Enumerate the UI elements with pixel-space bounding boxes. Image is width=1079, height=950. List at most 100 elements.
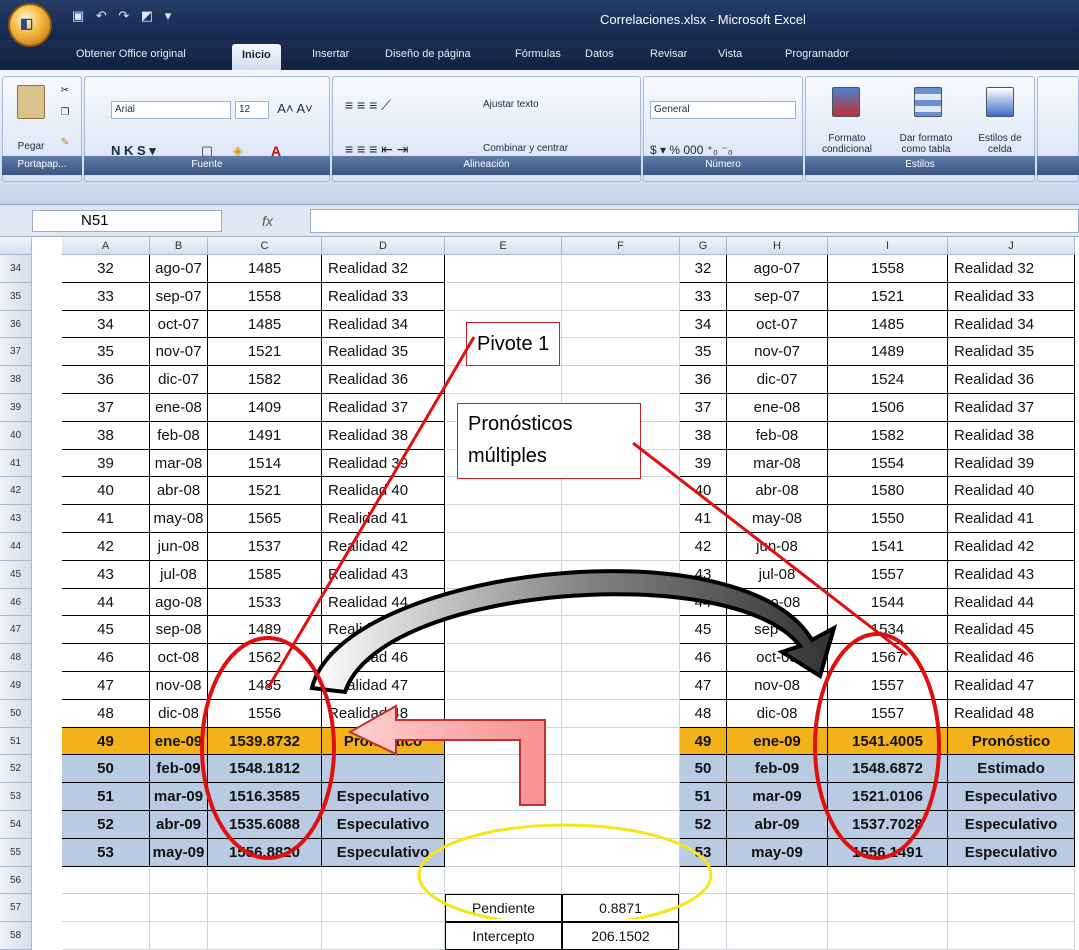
left-table-cell[interactable]: Realidad 33 — [322, 282, 445, 311]
right-table-cell[interactable]: 1541.4005 — [828, 727, 948, 756]
right-table-cell[interactable]: ene-09 — [727, 727, 828, 756]
left-table-cell[interactable]: jun-08 — [150, 533, 208, 561]
row-header[interactable]: 47 — [0, 616, 32, 645]
left-table-cell[interactable]: Realidad 45 — [322, 616, 445, 645]
right-table-cell[interactable]: Especulativo — [948, 811, 1075, 839]
name-box[interactable]: N51 — [32, 210, 222, 232]
cell[interactable] — [62, 922, 150, 950]
left-table-cell[interactable]: 1582 — [208, 366, 322, 394]
cell[interactable] — [948, 922, 1075, 950]
right-table-cell[interactable]: Realidad 37 — [948, 394, 1075, 422]
right-table-cell[interactable]: Pronóstico — [948, 727, 1075, 756]
cell[interactable] — [445, 616, 562, 645]
cell[interactable] — [445, 727, 562, 756]
right-table-cell[interactable]: dic-07 — [727, 366, 828, 394]
left-table-cell[interactable]: Realidad 36 — [322, 366, 445, 394]
right-table-cell[interactable]: 1557 — [828, 699, 948, 728]
format-table-button[interactable]: Dar formato como tabla — [886, 133, 966, 155]
left-table-cell[interactable]: 48 — [62, 699, 150, 728]
cell[interactable] — [208, 922, 322, 950]
cell[interactable] — [727, 866, 828, 895]
left-table-cell[interactable]: oct-08 — [150, 644, 208, 672]
left-table-cell[interactable]: 41 — [62, 505, 150, 533]
left-table-cell[interactable]: may-09 — [150, 838, 208, 867]
left-table-cell[interactable]: Pronóstico — [322, 727, 445, 756]
left-table-cell[interactable]: 1565 — [208, 505, 322, 533]
right-table-cell[interactable]: Realidad 46 — [948, 644, 1075, 672]
tab-formulas[interactable]: Fórmulas — [515, 48, 561, 60]
right-table-cell[interactable]: Estimado — [948, 755, 1075, 784]
cell[interactable] — [445, 505, 562, 533]
right-table-cell[interactable]: Realidad 42 — [948, 533, 1075, 561]
left-table-cell[interactable]: mar-09 — [150, 783, 208, 811]
right-table-cell[interactable]: 37 — [680, 394, 727, 422]
left-table-cell[interactable]: 43 — [62, 560, 150, 589]
left-table-cell[interactable]: 36 — [62, 366, 150, 394]
left-table-cell[interactable]: 1485 — [208, 310, 322, 339]
column-header-c[interactable]: C — [208, 237, 322, 255]
cell[interactable] — [562, 477, 680, 506]
right-table-cell[interactable]: nov-08 — [727, 672, 828, 700]
cell[interactable] — [445, 811, 562, 839]
font-size-select[interactable]: 12 — [235, 101, 269, 119]
cell[interactable] — [322, 866, 445, 895]
row-header[interactable]: 42 — [0, 477, 32, 506]
cell[interactable] — [445, 699, 562, 728]
fx-icon[interactable]: fx — [262, 213, 273, 229]
right-table-cell[interactable]: abr-08 — [727, 477, 828, 506]
right-table-cell[interactable]: 50 — [680, 755, 727, 784]
row-header[interactable]: 43 — [0, 505, 32, 533]
row-header[interactable]: 50 — [0, 699, 32, 728]
right-table-cell[interactable]: Realidad 48 — [948, 699, 1075, 728]
conditional-format-icon[interactable] — [832, 87, 860, 117]
cell[interactable] — [322, 922, 445, 950]
right-table-cell[interactable]: 1567 — [828, 644, 948, 672]
font-name-select[interactable]: Arial — [111, 101, 231, 119]
right-table-cell[interactable]: 49 — [680, 727, 727, 756]
left-table-cell[interactable]: feb-08 — [150, 421, 208, 450]
left-table-cell[interactable]: 1556 — [208, 699, 322, 728]
left-table-cell[interactable]: abr-08 — [150, 477, 208, 506]
left-table-cell[interactable]: Realidad 44 — [322, 588, 445, 617]
right-table-cell[interactable]: oct-08 — [727, 644, 828, 672]
right-table-cell[interactable]: 51 — [680, 783, 727, 811]
left-table-cell[interactable]: 1558 — [208, 282, 322, 311]
cell[interactable] — [828, 894, 948, 923]
left-table-cell[interactable]: 46 — [62, 644, 150, 672]
office-button[interactable]: ◧ — [8, 3, 52, 47]
right-table-cell[interactable]: Realidad 36 — [948, 366, 1075, 394]
left-table-cell[interactable]: 1539.8732 — [208, 727, 322, 756]
cell[interactable] — [445, 755, 562, 784]
right-table-cell[interactable]: may-08 — [727, 505, 828, 533]
format-table-icon[interactable] — [914, 87, 942, 117]
cell[interactable] — [562, 366, 680, 394]
number-format-select[interactable]: General — [650, 101, 796, 119]
right-table-cell[interactable]: ago-07 — [727, 255, 828, 283]
cell[interactable] — [445, 560, 562, 589]
right-table-cell[interactable]: mar-09 — [727, 783, 828, 811]
tab-programador[interactable]: Programador — [785, 48, 849, 60]
left-table-cell[interactable]: Realidad 43 — [322, 560, 445, 589]
cell[interactable] — [680, 922, 727, 950]
column-header-a[interactable]: A — [62, 237, 150, 255]
cell[interactable] — [562, 505, 680, 533]
right-table-cell[interactable]: 1558 — [828, 255, 948, 283]
cell[interactable] — [208, 894, 322, 923]
cell[interactable] — [948, 894, 1075, 923]
left-table-cell[interactable]: 40 — [62, 477, 150, 506]
left-table-cell[interactable]: Realidad 47 — [322, 672, 445, 700]
left-table-cell[interactable]: 1521 — [208, 338, 322, 367]
left-table-cell[interactable]: 33 — [62, 282, 150, 311]
row-header[interactable]: 52 — [0, 755, 32, 784]
tab-revisar[interactable]: Revisar — [650, 48, 687, 60]
right-table-cell[interactable]: feb-09 — [727, 755, 828, 784]
right-table-cell[interactable]: 52 — [680, 811, 727, 839]
row-header[interactable]: 54 — [0, 811, 32, 839]
cell[interactable] — [150, 866, 208, 895]
left-table-cell[interactable]: ene-08 — [150, 394, 208, 422]
left-table-cell[interactable]: sep-08 — [150, 616, 208, 645]
left-table-cell[interactable]: 38 — [62, 421, 150, 450]
cell[interactable] — [680, 866, 727, 895]
tab-vista[interactable]: Vista — [718, 48, 742, 60]
cell[interactable] — [828, 866, 948, 895]
